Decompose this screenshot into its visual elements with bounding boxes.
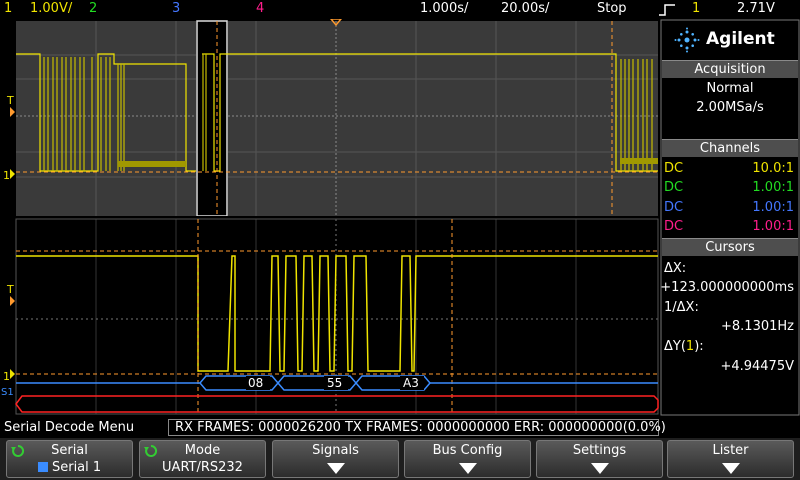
zoom-trigger-label: T — [6, 283, 14, 296]
softkey-serial[interactable]: Serial Serial 1 — [6, 440, 133, 478]
overview-ch1-ground-icon[interactable] — [10, 169, 15, 179]
softkey-settings-label: Settings — [572, 443, 627, 458]
softkey-lister-label: Lister — [712, 443, 749, 458]
softkey-mode-label: Mode — [184, 443, 221, 458]
decode-counters-box: RX FRAMES: 0000026200 TX FRAMES: 0000000… — [168, 419, 666, 436]
softkey-serial-label: Serial — [51, 443, 88, 458]
overview-trigger-label: T — [6, 94, 14, 107]
submenu-arrow-icon — [459, 463, 477, 474]
serial-bus-label: S1 — [1, 387, 14, 398]
ch3-number[interactable]: 3 — [172, 1, 180, 16]
softkey-signals-label: Signals — [312, 443, 359, 458]
horizontal-delay[interactable]: 20.00s/ — [501, 1, 549, 16]
softkey-bus-config-label: Bus Config — [432, 443, 503, 458]
softkey-serial-value-text: Serial 1 — [51, 460, 102, 475]
waveform-display[interactable]: T 1 08 55 A3 T 1 S1 — [0, 19, 660, 416]
softkey-settings[interactable]: Settings — [536, 440, 663, 478]
ch2-number[interactable]: 2 — [89, 1, 97, 16]
ch1-number[interactable]: 1 — [4, 1, 12, 16]
run-state[interactable]: Stop — [597, 1, 627, 16]
softkey-mode-value: UART/RS232 — [162, 460, 243, 475]
softkey-lister[interactable]: Lister — [667, 440, 794, 478]
serial-color-swatch — [37, 462, 48, 472]
panel-frame — [660, 19, 800, 416]
zoom-trigger-level-icon[interactable] — [10, 296, 15, 306]
submenu-arrow-icon — [722, 463, 740, 474]
side-panel: Agilent Acquisition Normal 2.00MSa/s Cha… — [660, 19, 800, 416]
submenu-arrow-icon — [591, 463, 609, 474]
softkey-serial-value: Serial 1 — [7, 460, 132, 475]
status-bar: 1 1.00V/ 2 3 4 1.000s/ 20.00s/ Stop 1 2.… — [0, 0, 800, 19]
overview-trigger-level-icon[interactable] — [10, 107, 15, 117]
zoom-ch1-ground-icon[interactable] — [10, 369, 15, 379]
decode-status-strip: Serial Decode Menu RX FRAMES: 0000026200… — [0, 419, 800, 438]
submenu-arrow-icon — [327, 463, 345, 474]
zoom-window-bg — [196, 21, 228, 216]
softkey-signals[interactable]: Signals — [272, 440, 399, 478]
serial-error-row — [15, 395, 659, 413]
horizontal-scale[interactable]: 1.000s/ — [420, 1, 468, 16]
zoom-ch1-waveform — [16, 255, 658, 372]
decode-menu-title: Serial Decode Menu — [4, 420, 135, 435]
softkey-mode[interactable]: Mode UART/RS232 — [139, 440, 266, 478]
zoom-ch1-label: 1 — [3, 370, 10, 383]
softkey-bus-config[interactable]: Bus Config — [404, 440, 531, 478]
trigger-level[interactable]: 2.71V — [737, 1, 775, 16]
softkey-bar: Serial Serial 1 Mode UART/RS232 Signals … — [0, 438, 800, 480]
trigger-channel[interactable]: 1 — [692, 1, 700, 16]
serial-byte-1: 08 — [248, 376, 263, 390]
rising-edge-icon — [659, 4, 675, 16]
overview-ch1-label: 1 — [3, 169, 10, 182]
overview-grid-bg — [16, 21, 658, 216]
ch4-number[interactable]: 4 — [256, 1, 264, 16]
serial-byte-2: 55 — [327, 376, 342, 390]
decode-counters: RX FRAMES: 0000026200 TX FRAMES: 0000000… — [175, 420, 666, 435]
serial-byte-3: A3 — [403, 376, 419, 390]
ch1-scale[interactable]: 1.00V/ — [30, 1, 72, 16]
